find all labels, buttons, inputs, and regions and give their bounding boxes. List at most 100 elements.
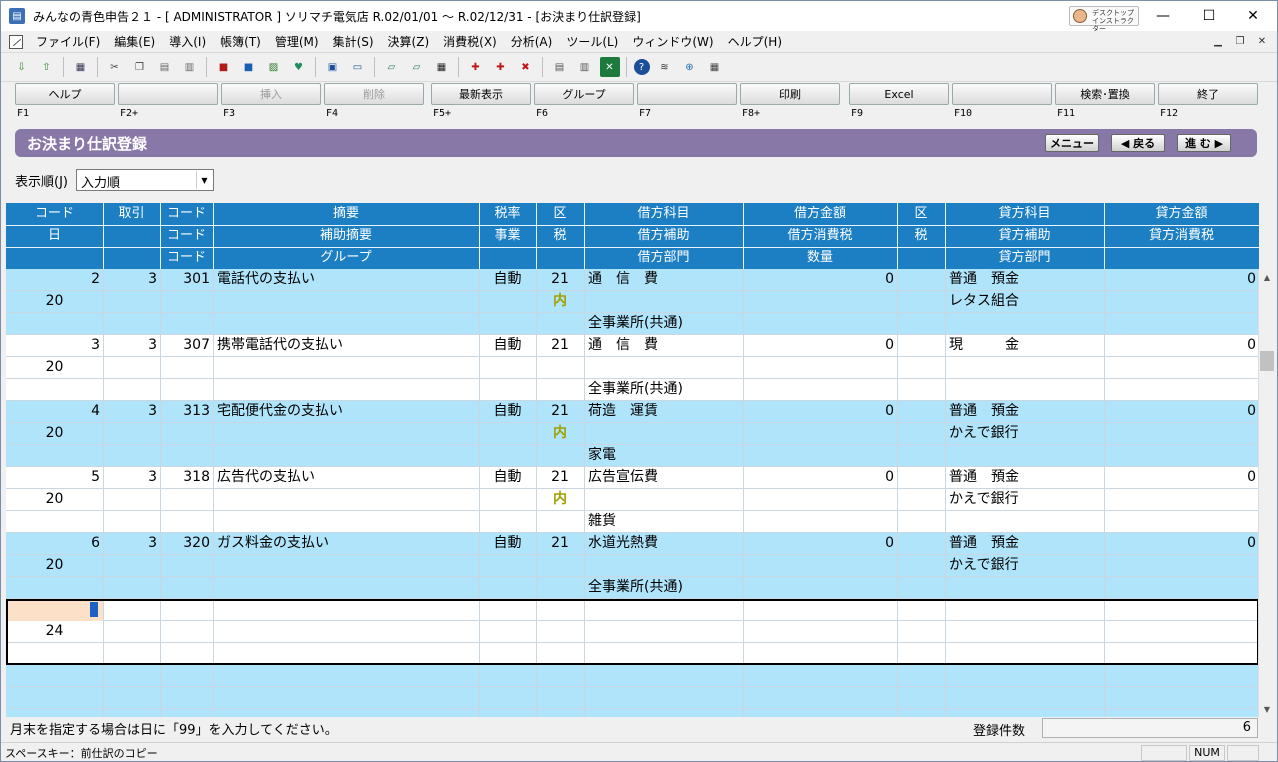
- empty-cell[interactable]: [897, 313, 945, 335]
- summary-cell[interactable]: ガス料金の支払い: [213, 533, 479, 555]
- tax-rate-cell[interactable]: 自動: [479, 467, 536, 489]
- menu-item-5[interactable]: 集計(S): [326, 33, 381, 50]
- maximize-button[interactable]: ☐: [1187, 1, 1231, 31]
- empty-cell[interactable]: [103, 489, 160, 511]
- fkey-f10-button[interactable]: [952, 83, 1052, 105]
- desktop-instructor-button[interactable]: デスクトップ インストラクター: [1069, 6, 1139, 33]
- new-entry-day-cell[interactable]: 24: [6, 621, 103, 643]
- debit-amount-cell[interactable]: 0: [743, 335, 897, 357]
- calendar-31-icon[interactable]: ▦: [432, 57, 452, 77]
- empty-cell[interactable]: [1104, 511, 1259, 533]
- export-icon[interactable]: ⇧: [37, 57, 57, 77]
- fkey-f4-button[interactable]: 削除: [324, 83, 424, 105]
- empty-cell[interactable]: [479, 379, 536, 401]
- debit-dept-cell[interactable]: 雑貨: [584, 511, 743, 533]
- empty-cell[interactable]: [479, 489, 536, 511]
- back-button[interactable]: ◀ 戻る: [1111, 134, 1165, 152]
- credit-account-cell[interactable]: 普通 預金: [945, 467, 1104, 489]
- credit-amount-cell[interactable]: 0: [1104, 401, 1259, 423]
- folder-icon[interactable]: ≋: [655, 57, 675, 77]
- fkey-f3-button[interactable]: 挿入: [221, 83, 321, 105]
- summary-code-cell[interactable]: 320: [160, 533, 213, 555]
- cut-icon[interactable]: ✂: [105, 57, 125, 77]
- empty-cell[interactable]: [479, 555, 536, 577]
- empty-cell[interactable]: [213, 313, 479, 335]
- summary-code-cell[interactable]: 318: [160, 467, 213, 489]
- empty-cell[interactable]: [536, 511, 584, 533]
- fkey-f12-button[interactable]: 終了: [1158, 83, 1258, 105]
- mdi-minimize-icon[interactable]: ▁: [1209, 33, 1227, 49]
- empty-cell[interactable]: [897, 577, 945, 599]
- menu-item-8[interactable]: 分析(A): [504, 33, 560, 50]
- debit-account-cell[interactable]: 通 信 費: [584, 335, 743, 357]
- credit-account-cell[interactable]: 普通 預金: [945, 401, 1104, 423]
- transaction-cell[interactable]: 3: [103, 335, 160, 357]
- empty-cell[interactable]: [213, 379, 479, 401]
- summary-code-cell[interactable]: 307: [160, 335, 213, 357]
- empty-cell[interactable]: [479, 445, 536, 467]
- empty-cell[interactable]: [479, 313, 536, 335]
- credit-amount-cell[interactable]: 0: [1104, 533, 1259, 555]
- menu-button[interactable]: メニュー: [1045, 134, 1099, 152]
- credit-amount-cell[interactable]: 0: [1104, 335, 1259, 357]
- quantity-cell[interactable]: [743, 445, 897, 467]
- red-doc-icon[interactable]: ✚: [466, 57, 486, 77]
- menu-item-2[interactable]: 導入(I): [162, 33, 213, 50]
- credit-dept-cell[interactable]: [945, 313, 1104, 335]
- empty-cell[interactable]: [160, 577, 213, 599]
- menu-item-7[interactable]: 消費税(X): [436, 33, 504, 50]
- entry-code-cell[interactable]: 3: [6, 335, 103, 357]
- empty-cell[interactable]: [6, 313, 103, 335]
- empty-cell[interactable]: [479, 577, 536, 599]
- entry-code-cell[interactable]: 2: [6, 269, 103, 291]
- fkey-f5-plus-button[interactable]: 最新表示: [431, 83, 531, 105]
- menu-item-4[interactable]: 管理(M): [268, 33, 326, 50]
- import-icon[interactable]: ⇩: [12, 57, 32, 77]
- empty-cell[interactable]: [479, 423, 536, 445]
- debit-amount-cell[interactable]: 0: [743, 533, 897, 555]
- vertical-scrollbar[interactable]: ▲ ▼: [1258, 269, 1275, 717]
- globe-icon[interactable]: ⊕: [680, 57, 700, 77]
- day-cell[interactable]: 20: [6, 423, 103, 445]
- empty-cell[interactable]: [213, 555, 479, 577]
- tax-rate-cell[interactable]: 自動: [479, 335, 536, 357]
- empty-cell[interactable]: [897, 489, 945, 511]
- credit-tax-cell[interactable]: [1104, 291, 1259, 313]
- minimize-button[interactable]: —: [1141, 1, 1185, 31]
- empty-cell[interactable]: [897, 357, 945, 379]
- empty-cell[interactable]: [536, 379, 584, 401]
- credit-dept-cell[interactable]: [945, 445, 1104, 467]
- empty-cell[interactable]: [897, 511, 945, 533]
- paste-icon[interactable]: ▤: [155, 57, 175, 77]
- empty-cell[interactable]: [1104, 313, 1259, 335]
- quantity-cell[interactable]: [743, 379, 897, 401]
- transaction-cell[interactable]: 3: [103, 401, 160, 423]
- empty-cell[interactable]: [103, 379, 160, 401]
- empty-cell[interactable]: [160, 291, 213, 313]
- day-cell[interactable]: 20: [6, 489, 103, 511]
- summary-cell[interactable]: 広告代の支払い: [213, 467, 479, 489]
- empty-cell[interactable]: [160, 357, 213, 379]
- empty-cell[interactable]: [897, 423, 945, 445]
- empty-cell[interactable]: [103, 555, 160, 577]
- menu-item-9[interactable]: ツール(L): [559, 33, 625, 50]
- empty-cell[interactable]: [1104, 379, 1259, 401]
- sort-select[interactable]: 入力順 ▼: [75, 169, 214, 191]
- debit-tax-cell[interactable]: [743, 423, 897, 445]
- debit-amount-cell[interactable]: 0: [743, 269, 897, 291]
- menu-item-6[interactable]: 決算(Z): [381, 33, 437, 50]
- empty-cell[interactable]: [6, 577, 103, 599]
- report2-icon[interactable]: ▥: [575, 57, 595, 77]
- red-delete-icon[interactable]: ✖: [516, 57, 536, 77]
- credit-amount-cell[interactable]: 0: [1104, 269, 1259, 291]
- menu-item-10[interactable]: ウィンドウ(W): [625, 33, 720, 50]
- debit-dept-cell[interactable]: 全事業所(共通): [584, 577, 743, 599]
- document-icon[interactable]: [9, 34, 23, 49]
- tax-type-cell[interactable]: 内: [536, 423, 584, 445]
- empty-cell[interactable]: [160, 423, 213, 445]
- empty-cell[interactable]: [160, 445, 213, 467]
- credit-tax-cell[interactable]: [1104, 489, 1259, 511]
- copy-icon[interactable]: ❐: [130, 57, 150, 77]
- easy-icon[interactable]: ▣: [323, 57, 343, 77]
- tax-class-cell[interactable]: 21: [536, 335, 584, 357]
